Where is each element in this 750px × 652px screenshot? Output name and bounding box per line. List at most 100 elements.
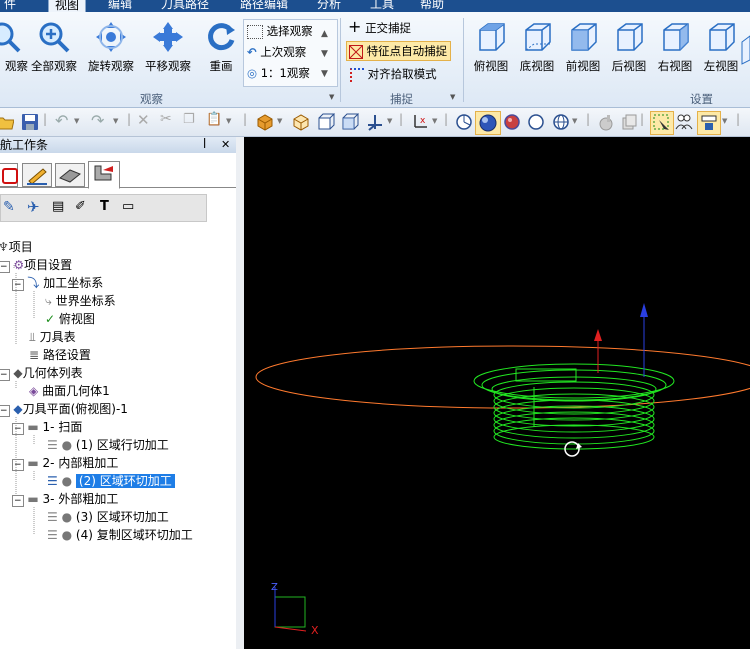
tab-sketch[interactable] [22,163,52,187]
tab-toolpath[interactable] [88,161,120,189]
view-group-expand[interactable]: ▼ [329,93,334,101]
cut-icon[interactable]: ✂ [160,111,172,127]
tree-item-project[interactable]: ♆项目 [0,239,33,256]
tree-item-op-4[interactable]: ☰ ● (4) 复制区域环切加工 [47,527,193,544]
tab-geometry[interactable] [0,163,18,187]
ucs-icon[interactable]: x [411,113,429,131]
actual-size-button[interactable]: ◎ 1：1观察 [247,64,310,82]
view-scroll[interactable]: ▲ ▼ ▼ [321,24,328,84]
tree-item-project-settings[interactable]: − ⚙项目设置 [0,257,72,274]
delete-icon[interactable]: ✕ [137,111,150,129]
menu-edit[interactable]: 编辑 [108,0,132,12]
layer-button[interactable] [697,111,721,135]
tool-icon[interactable]: T [100,199,109,214]
select-view-button[interactable]: 选择观察 [247,22,313,40]
tree-item-tool-table[interactable]: ⫫ 刀具表 [29,329,76,346]
copy-icon[interactable]: ❐ [183,112,195,127]
tree-item-world-cs[interactable]: ⤷ 世界坐标系 [45,293,116,310]
menu-analysis[interactable]: 分析 [317,0,341,12]
collapse-icon[interactable]: − [12,423,24,435]
menu-help[interactable]: 帮助 [420,0,444,12]
tree-label: 几何体列表 [22,366,83,380]
ucs-dropdown-icon[interactable]: ▼ [432,117,437,125]
box-iso-icon[interactable] [341,113,359,131]
tree-item-op-3[interactable]: ☰ ● (3) 区域环切加工 [47,509,169,526]
tree-item-geometry-list[interactable]: − ◆几何体列表 [0,365,83,382]
tree-item-top-view[interactable]: ✓ 俯视图 [45,311,95,328]
tree-item-tool-plane[interactable]: − ◆刀具平面(俯视图)-1 [0,401,128,418]
edit-icon[interactable]: ✐ [75,199,86,214]
feature-snap-button[interactable]: 特征点自动捕捉 [346,41,452,61]
tree-item-path-settings[interactable]: ≣ 路径设置 [29,347,91,364]
collapse-icon[interactable]: − [0,405,10,417]
pin-icon[interactable]: ꟾ [203,137,206,153]
coordinate-axes-icon[interactable] [366,113,384,131]
undo-dropdown-icon[interactable]: ▼ [74,117,79,125]
paste-icon[interactable]: 📋 [206,112,222,127]
snap-group-expand[interactable]: ▼ [450,93,455,101]
globe-icon[interactable] [552,113,570,131]
close-icon[interactable]: ✕ [221,137,230,153]
ortho-snap-button[interactable]: + 正交捕捉 [348,19,411,37]
view-button[interactable]: 观察 [0,20,28,80]
rotate-view-button[interactable]: 旋转观察 [85,20,137,80]
tree-item-op-1[interactable]: ☰ ● (1) 区域行切加工 [47,437,169,454]
menu-toolpath[interactable]: 刀具路径 [161,0,209,12]
shaded-box-icon[interactable] [256,113,274,131]
globe-dropdown-icon[interactable]: ▼ [572,117,577,125]
collapse-icon[interactable]: − [0,261,10,273]
menu-view[interactable]: 视图 [48,0,87,12]
more-views-icon[interactable] [740,30,750,70]
tree-item-op-2[interactable]: ☰ ● (2) 区域环切加工 [47,473,175,490]
menu-path-edit[interactable]: 路径编辑 [240,0,288,12]
axes-dropdown-icon[interactable]: ▼ [387,117,392,125]
collapse-icon[interactable]: − [12,279,24,291]
box-front-icon[interactable] [317,113,335,131]
tree-item-group-2[interactable]: − ▬ 2- 内部粗加工 [12,455,118,472]
menu-tools[interactable]: 工具 [370,0,394,12]
wire-box-icon[interactable] [292,113,310,131]
runner-icon[interactable]: ✈ [27,198,40,216]
left-view-button[interactable]: 左视图 [698,20,744,80]
align-pick-button[interactable]: 对齐拾取模式 [350,65,437,83]
panel-splitter[interactable] [236,137,244,649]
gray-tool-icon[interactable] [597,113,615,131]
right-view-button[interactable]: 右视图 [652,20,698,80]
open-folder-icon[interactable] [0,113,14,131]
tree-item-group-1[interactable]: − ▬ 1- 扫面 [12,419,82,436]
front-view-button[interactable]: 前视图 [560,20,606,80]
menu-file[interactable]: 件 [4,0,16,12]
users-icon[interactable] [675,113,693,131]
display-mode-1-icon[interactable] [455,113,473,131]
select-filter-button[interactable] [650,111,674,135]
pan-view-button[interactable]: 平移观察 [142,20,194,80]
tree-item-group-3[interactable]: − ▬ 3- 外部粗加工 [12,491,118,508]
tree-item-machine-cs[interactable]: − ⤵ 加工坐标系 [12,275,103,292]
wire-sphere-icon[interactable] [527,113,545,131]
back-view-button[interactable]: 后视图 [606,20,652,80]
tree-item-surface-geometry[interactable]: ◈ 曲面几何体1 [29,383,110,400]
last-view-button[interactable]: ↶ 上次观察 [247,43,306,61]
save-icon[interactable] [21,113,39,131]
paste-dropdown-icon[interactable]: ▼ [226,117,231,125]
tab-surface[interactable] [55,163,85,187]
collapse-icon[interactable]: − [12,495,24,507]
bottom-view-button[interactable]: 底视图 [514,20,560,80]
3d-viewport[interactable]: Z X [244,137,750,649]
undo-icon[interactable]: ↶ [55,111,68,130]
list-icon[interactable]: ▤ [52,199,64,214]
redo-icon[interactable]: ↷ [91,111,104,130]
redraw-button[interactable]: 重画 [198,20,244,80]
shade-dropdown-icon[interactable]: ▼ [277,117,282,125]
shaded-sphere-button[interactable] [475,111,501,135]
top-view-button[interactable]: 俯视图 [468,20,514,80]
red-sphere-icon[interactable] [503,113,521,131]
collapse-icon[interactable]: − [0,369,10,381]
redo-dropdown-icon[interactable]: ▼ [113,117,118,125]
collapse-icon[interactable]: − [12,459,24,471]
layer-dropdown-icon[interactable]: ▼ [722,117,727,125]
zoom-all-button[interactable]: 全部观察 [28,20,80,80]
path-tool-icon[interactable]: ✎ [3,199,15,215]
gray-doc-icon[interactable] [620,113,638,131]
document-icon[interactable]: ▭ [122,199,134,214]
